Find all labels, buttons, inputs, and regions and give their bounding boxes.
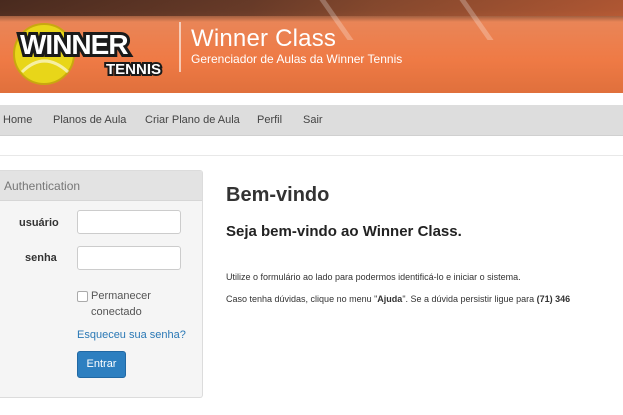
nav-home[interactable]: Home — [3, 105, 32, 135]
help-text-part-1: Caso tenha dúvidas, clique no menu " — [226, 294, 378, 304]
remember-checkbox[interactable] — [77, 291, 88, 302]
header-banner: WINNER TENNIS Winner Class Gerenciador d… — [0, 0, 623, 93]
app-title: Winner Class — [191, 25, 337, 52]
username-label: usuário — [19, 217, 59, 229]
header-divider — [179, 22, 181, 72]
password-input[interactable] — [77, 246, 181, 270]
nav-planos-de-aula[interactable]: Planos de Aula — [53, 105, 126, 135]
nav-perfil[interactable]: Perfil — [257, 105, 282, 135]
top-navbar: Home Planos de Aula Criar Plano de Aula … — [0, 105, 623, 136]
app-subtitle: Gerenciador de Aulas da Winner Tennis — [191, 52, 403, 66]
page-title: Bem-vindo — [226, 184, 330, 206]
password-label: senha — [25, 252, 57, 264]
authentication-panel: Authentication usuário senha Permanecer … — [0, 170, 203, 398]
help-text: Caso tenha dúvidas, clique no menu "Ajud… — [226, 294, 623, 304]
nav-sair[interactable]: Sair — [303, 105, 323, 135]
username-input[interactable] — [77, 210, 181, 234]
help-menu-name: Ajuda — [377, 294, 403, 304]
separator — [0, 155, 623, 156]
panel-heading: Authentication — [0, 171, 202, 201]
logo-text-sub: TENNIS — [106, 61, 161, 78]
login-button[interactable]: Entrar — [77, 351, 126, 378]
help-text-part-2: ". Se a dúvida persistir ligue para — [402, 294, 537, 304]
welcome-subtitle: Seja bem-vindo ao Winner Class. — [226, 223, 462, 240]
logo-text-main: WINNER — [20, 29, 128, 60]
winner-tennis-logo[interactable]: WINNER TENNIS — [8, 10, 173, 90]
help-phone: (71) 346 — [536, 294, 571, 304]
nav-criar-plano[interactable]: Criar Plano de Aula — [145, 105, 240, 135]
instruction-text: Utilize o formulário ao lado para poderm… — [226, 272, 521, 282]
remember-label[interactable]: Permanecer conectado — [91, 288, 171, 320]
forgot-password-link[interactable]: Esqueceu sua senha? — [77, 329, 186, 341]
